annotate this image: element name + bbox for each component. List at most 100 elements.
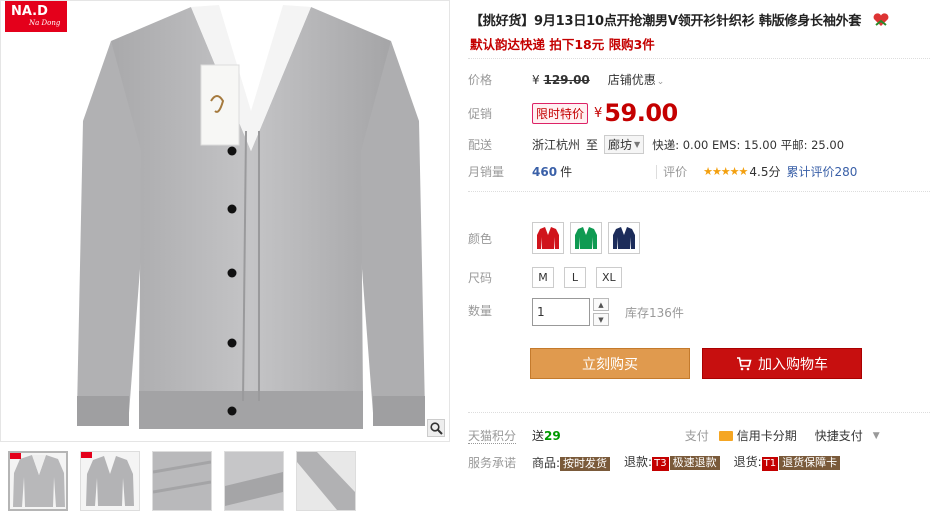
promo-tag: 限时特价 — [532, 102, 589, 124]
points-prefix: 送 — [532, 429, 545, 443]
shipping-label: 配送 — [468, 138, 493, 152]
points-value: 29 — [544, 428, 561, 443]
color-swatch-red[interactable] — [532, 222, 564, 254]
ship-from: 浙江杭州 — [532, 138, 581, 152]
navy-cardigan-icon — [613, 227, 635, 249]
brand-logo-text: NA.D — [11, 4, 48, 19]
size-row: 尺码 M L XL — [468, 267, 632, 288]
promise-label: 服务承诺 — [468, 455, 517, 470]
credit-installment[interactable]: 信用卡分期 — [737, 427, 797, 444]
destination-value: 廊坊 — [608, 138, 633, 152]
triangle-down-icon: ▼ — [634, 140, 641, 149]
buy-now-button[interactable]: 立刻购买 — [530, 348, 690, 379]
on-time-badge: 按时发货 — [560, 456, 611, 471]
return-guarantee-badge: 退货保障卡 — [779, 456, 841, 470]
red-cardigan-icon — [537, 227, 559, 249]
pay-label: 支付 — [684, 429, 709, 443]
monthly-sales: 460 — [532, 164, 558, 179]
product-subtitle: 默认韵达快递 拍下18元 限购3件 — [470, 37, 655, 52]
brand-logo: NA.D Na Dong — [5, 1, 67, 32]
rating-label: 评价 — [663, 165, 688, 179]
main-product-image[interactable]: NA.D Na Dong — [0, 0, 450, 442]
chevron-up-icon: ▲ — [598, 300, 604, 309]
quantity-input[interactable] — [532, 298, 590, 326]
quantity-row: 数量 ▲ ▼ 库存136件 — [468, 298, 684, 326]
goods-label: 商品: — [532, 455, 561, 470]
zoom-button[interactable] — [427, 419, 445, 437]
points-label[interactable]: 天猫积分 — [468, 429, 517, 444]
buy-now-label: 立刻购买 — [582, 356, 638, 373]
return-promise[interactable]: 退货: T1 退货保障卡 — [734, 453, 841, 471]
ship-to-label: 至 — [586, 138, 599, 152]
promo-price: 59.00 — [604, 99, 678, 127]
stock-count: 库存136件 — [625, 305, 684, 320]
size-option-m[interactable]: M — [532, 267, 554, 288]
sales-row: 月销量 460 件 评价 ★★★★★ 4.5分 累计评价280 — [468, 163, 857, 180]
color-label: 颜色 — [468, 231, 493, 246]
shipping-fees: 快递: 0.00 EMS: 15.00 平邮: 25.00 — [652, 137, 845, 152]
original-currency: ¥ — [532, 72, 540, 87]
store-discount-label: 店铺优惠 — [607, 73, 656, 87]
quantity-stepper: ▲ ▼ — [593, 298, 609, 326]
chevron-down-icon: ▼ — [598, 315, 604, 324]
chevron-down-icon[interactable]: ▼ — [873, 431, 880, 441]
shipping-row: 配送 浙江杭州 至 廊坊 ▼ 快递: 0.00 EMS: 15.00 平邮: 25… — [468, 135, 844, 154]
goods-promise[interactable]: 商品: 按时发货 — [532, 454, 611, 471]
hem-detail-thumbnail — [297, 452, 355, 510]
thumbnail-4[interactable] — [224, 451, 284, 511]
mini-brand-logo — [81, 452, 92, 458]
promo-label: 促销 — [468, 106, 493, 121]
destination-select[interactable]: 廊坊 ▼ — [604, 135, 645, 154]
refund-promise[interactable]: 退款: T3 极速退款 — [624, 453, 720, 471]
increase-button[interactable]: ▲ — [593, 298, 609, 311]
quick-pay[interactable]: 快捷支付 — [815, 427, 863, 444]
service-promise-row: 服务承诺 商品: 按时发货 退款: T3 极速退款 退货: T1 退货保障卡 — [468, 453, 854, 471]
cuff-detail-thumbnail — [225, 452, 283, 510]
sales-unit: 件 — [560, 165, 573, 179]
original-price-value: 129.00 — [543, 72, 590, 87]
points-label-wrap: 天猫积分 — [468, 427, 532, 444]
product-title-text: 【挑好货】9月13日10点开抢潮男V领开衫针织衫 韩版修身长袖外套 — [470, 14, 862, 29]
promo-price-row: 促销 限时特价 ¥ 59.00 — [468, 99, 678, 127]
refund-label: 退款: — [624, 455, 653, 469]
cardigan-image — [77, 5, 425, 429]
product-detail-panel: 【挑好货】9月13日10点开抢潮男V领开衫针织衫 韩版修身长袖外套 默认韵达快递… — [468, 0, 930, 517]
product-title: 【挑好货】9月13日10点开抢潮男V领开衫针织衫 韩版修身长袖外套 — [470, 10, 928, 29]
rating-score: 4.5分 — [749, 165, 781, 179]
thumbnail-3[interactable] — [152, 451, 212, 511]
brand-logo-subtext: Na Dong — [29, 19, 61, 27]
t1-tag: T1 — [761, 457, 779, 471]
sales-label: 月销量 — [468, 165, 505, 179]
quantity-label: 数量 — [468, 304, 493, 318]
decrease-button[interactable]: ▼ — [593, 313, 609, 326]
return-label: 退货: — [733, 455, 762, 469]
mini-brand-logo — [10, 453, 21, 459]
size-label: 尺码 — [468, 271, 493, 285]
original-price-row: 价格 ¥ 129.00 店铺优惠⌄ — [468, 71, 664, 88]
thumbnail-strip — [8, 451, 356, 513]
size-option-l[interactable]: L — [564, 267, 586, 288]
thumbnail-1[interactable] — [8, 451, 68, 511]
green-cardigan-icon — [575, 227, 597, 249]
size-option-xl[interactable]: XL — [596, 267, 622, 288]
cart-icon — [737, 356, 752, 370]
promo-currency: ¥ — [594, 105, 603, 121]
color-row: 颜色 — [468, 222, 646, 254]
price-label: 价格 — [468, 73, 493, 87]
add-to-cart-label: 加入购物车 — [758, 356, 828, 373]
fast-refund-badge: 极速退款 — [669, 456, 720, 470]
heart-badge-icon — [873, 13, 888, 26]
original-price: ¥ 129.00 — [532, 73, 590, 87]
thumbnail-5[interactable] — [296, 451, 356, 511]
price-info-box: 价格 ¥ 129.00 店铺优惠⌄ 促销 限时特价 ¥ 59.00 配送 浙江杭… — [468, 58, 930, 192]
knit-detail-thumbnail — [153, 452, 211, 510]
magnifier-icon — [429, 421, 443, 435]
color-swatch-navy[interactable] — [608, 222, 640, 254]
credit-card-icon — [718, 430, 733, 441]
add-to-cart-button[interactable]: 加入购物车 — [702, 348, 862, 379]
thumbnail-2[interactable] — [80, 451, 140, 511]
service-box: 天猫积分 送 29 支付 信用卡分期 快捷支付 ▼ 服务承诺 商品: 按时发货 退… — [468, 412, 930, 482]
store-discount-dropdown[interactable]: 店铺优惠⌄ — [608, 71, 665, 88]
reviews-link[interactable]: 累计评价280 — [786, 163, 857, 180]
color-swatch-green[interactable] — [570, 222, 602, 254]
